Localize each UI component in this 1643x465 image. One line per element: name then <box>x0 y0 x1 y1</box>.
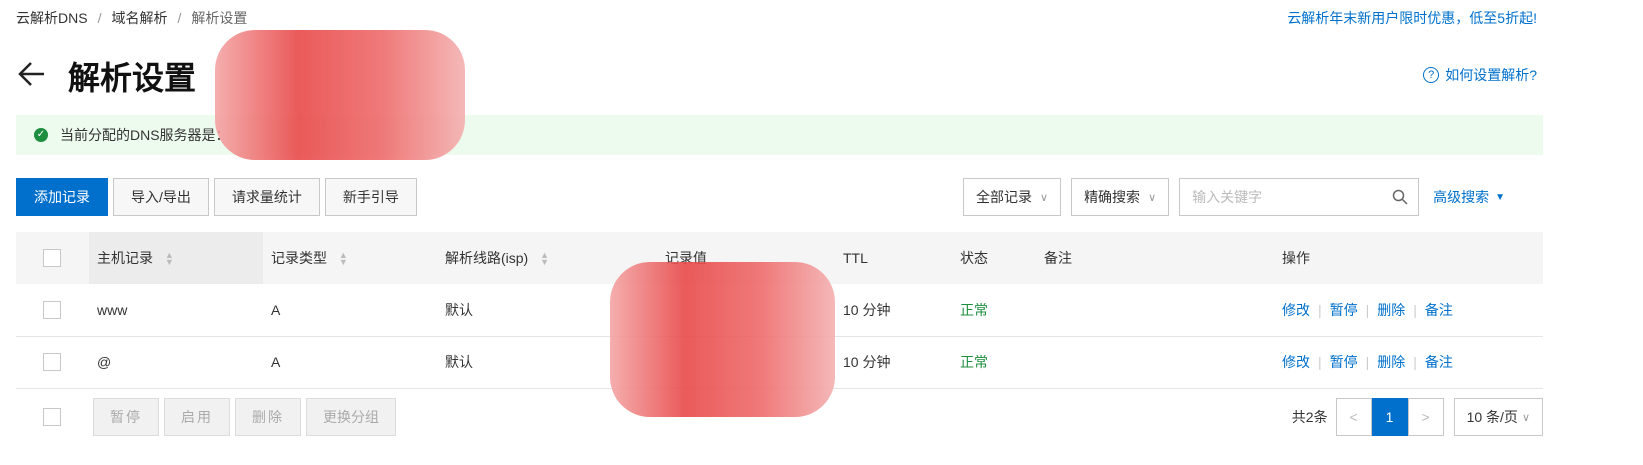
pause-link[interactable]: 暂停 <box>1330 302 1358 318</box>
col-line-label: 解析线路(isp) <box>445 250 529 266</box>
import-export-button[interactable]: 导入/导出 <box>113 178 209 216</box>
change-group-button[interactable]: 更换分组 <box>306 398 396 436</box>
select-all-checkbox[interactable] <box>43 249 61 268</box>
row-checkbox[interactable] <box>43 353 61 372</box>
bulk-enable-button[interactable]: 启用 <box>164 398 230 436</box>
row-select-cell <box>16 336 89 388</box>
cell-remark <box>1044 336 1282 388</box>
page-button[interactable]: 1 <box>1371 398 1408 436</box>
chevron-down-icon: ∨ <box>1040 191 1049 204</box>
cell-actions: 修改 | 暂停 | 删除 | 备注 <box>1282 336 1543 388</box>
breadcrumb-root[interactable]: 云解析DNS <box>16 8 88 28</box>
record-filter-select[interactable]: 全部记录 ∨ <box>963 178 1062 216</box>
col-status: 状态 <box>960 232 1044 284</box>
toolbar-filters: 全部记录 ∨ 精确搜索 ∨ 高级搜索 ▼ <box>963 178 1505 216</box>
chevron-down-icon: ∨ <box>1148 191 1157 204</box>
divider: | <box>1318 354 1322 370</box>
breadcrumb-domain[interactable]: 域名解析 <box>111 8 167 28</box>
col-status-label: 状态 <box>960 250 988 266</box>
next-page-button[interactable]: > <box>1407 398 1444 436</box>
advanced-search-link[interactable]: 高级搜索 ▼ <box>1433 187 1505 207</box>
chevron-down-icon: ∨ <box>1521 411 1530 424</box>
page-size-select[interactable]: 10 条/页 ∨ <box>1453 398 1543 436</box>
search-mode-value: 精确搜索 <box>1084 189 1141 205</box>
search-input[interactable] <box>1192 189 1373 205</box>
cell-ttl: 10 分钟 <box>843 301 891 318</box>
col-remark: 备注 <box>1044 232 1282 284</box>
help-link[interactable]: ? 如何设置解析? <box>1423 65 1537 85</box>
col-remark-label: 备注 <box>1044 250 1072 266</box>
sort-icon: ▲ ▼ <box>540 250 550 268</box>
cell-status: 正常 <box>960 301 988 318</box>
col-ttl: TTL <box>843 232 960 284</box>
col-ttl-label: TTL <box>843 250 868 266</box>
cell-ttl: 10 分钟 <box>843 354 891 370</box>
page-title: 解析设置 <box>68 60 197 96</box>
col-type[interactable]: 记录类型 ▲ ▼ <box>263 232 437 284</box>
row-checkbox[interactable] <box>43 300 61 319</box>
delete-link[interactable]: 删除 <box>1377 302 1405 318</box>
sort-icon: ▲ ▼ <box>338 250 348 268</box>
divider: | <box>1365 301 1370 318</box>
col-type-label: 记录类型 <box>271 250 327 266</box>
sort-icon: ▲ ▼ <box>164 250 174 268</box>
divider: | <box>1413 354 1417 370</box>
breadcrumb-sep: / <box>177 10 182 26</box>
col-actions-label: 操作 <box>1282 250 1310 266</box>
cell-status: 正常 <box>960 354 988 370</box>
cell-actions: 修改 | 暂停 | 删除 | 备注 <box>1282 284 1543 336</box>
bulk-select-checkbox[interactable] <box>43 408 61 426</box>
search-mode-select[interactable]: 精确搜索 ∨ <box>1071 178 1170 216</box>
bulk-actions: 暂停 启用 删除 更换分组 <box>43 398 396 436</box>
breadcrumb: 云解析DNS / 域名解析 / 解析设置 <box>16 8 247 28</box>
promo-link[interactable]: 云解析年末新用户限时优惠，低至5折起! <box>1287 8 1537 28</box>
bulk-pause-button[interactable]: 暂停 <box>93 398 159 436</box>
toolbar-actions: 添加记录 导入/导出 请求量统计 新手引导 <box>16 178 417 216</box>
col-actions: 操作 <box>1282 232 1543 284</box>
breadcrumb-current: 解析设置 <box>191 10 248 26</box>
help-link-label: 如何设置解析? <box>1445 67 1537 83</box>
bulk-delete-button[interactable]: 删除 <box>235 398 301 436</box>
check-circle-icon: ✓ <box>34 128 48 142</box>
select-all-cell <box>16 232 89 284</box>
back-arrow-icon[interactable] <box>16 58 48 90</box>
col-host[interactable]: 主机记录 ▲ ▼ <box>89 232 263 284</box>
request-stats-button[interactable]: 请求量统计 <box>213 178 320 216</box>
edit-link[interactable]: 修改 <box>1282 354 1310 370</box>
pagination: 共2条 < 1 > 10 条/页 ∨ <box>1292 398 1543 436</box>
redaction-mark <box>610 262 835 417</box>
search-icon[interactable] <box>1392 189 1408 205</box>
advanced-search-label: 高级搜索 <box>1433 189 1490 205</box>
redaction-mark <box>215 30 465 160</box>
delete-link[interactable]: 删除 <box>1377 354 1405 370</box>
cell-host: www <box>97 301 128 318</box>
cell-remark <box>1044 284 1282 336</box>
add-record-button[interactable]: 添加记录 <box>16 178 108 216</box>
notice-text: 当前分配的DNS服务器是： <box>60 127 230 143</box>
cell-host: @ <box>97 354 112 370</box>
guide-button[interactable]: 新手引导 <box>324 178 417 216</box>
edit-link[interactable]: 修改 <box>1282 302 1310 318</box>
caret-down-icon: ▼ <box>1495 191 1506 203</box>
divider: | <box>1318 301 1322 318</box>
divider: | <box>1413 301 1417 318</box>
cell-type: A <box>271 354 281 370</box>
remark-link[interactable]: 备注 <box>1425 302 1453 318</box>
cell-type: A <box>271 301 281 318</box>
prev-page-button[interactable]: < <box>1335 398 1372 436</box>
search-box <box>1179 178 1420 216</box>
question-icon: ? <box>1423 67 1440 83</box>
pause-link[interactable]: 暂停 <box>1330 354 1358 370</box>
total-count: 共2条 <box>1291 409 1328 425</box>
record-filter-value: 全部记录 <box>976 189 1032 205</box>
remark-link[interactable]: 备注 <box>1425 354 1453 370</box>
breadcrumb-sep: / <box>97 10 102 26</box>
divider: | <box>1365 354 1370 370</box>
row-select-cell <box>16 284 89 336</box>
page-size-value: 10 条/页 <box>1466 409 1518 425</box>
col-host-label: 主机记录 <box>97 250 153 266</box>
